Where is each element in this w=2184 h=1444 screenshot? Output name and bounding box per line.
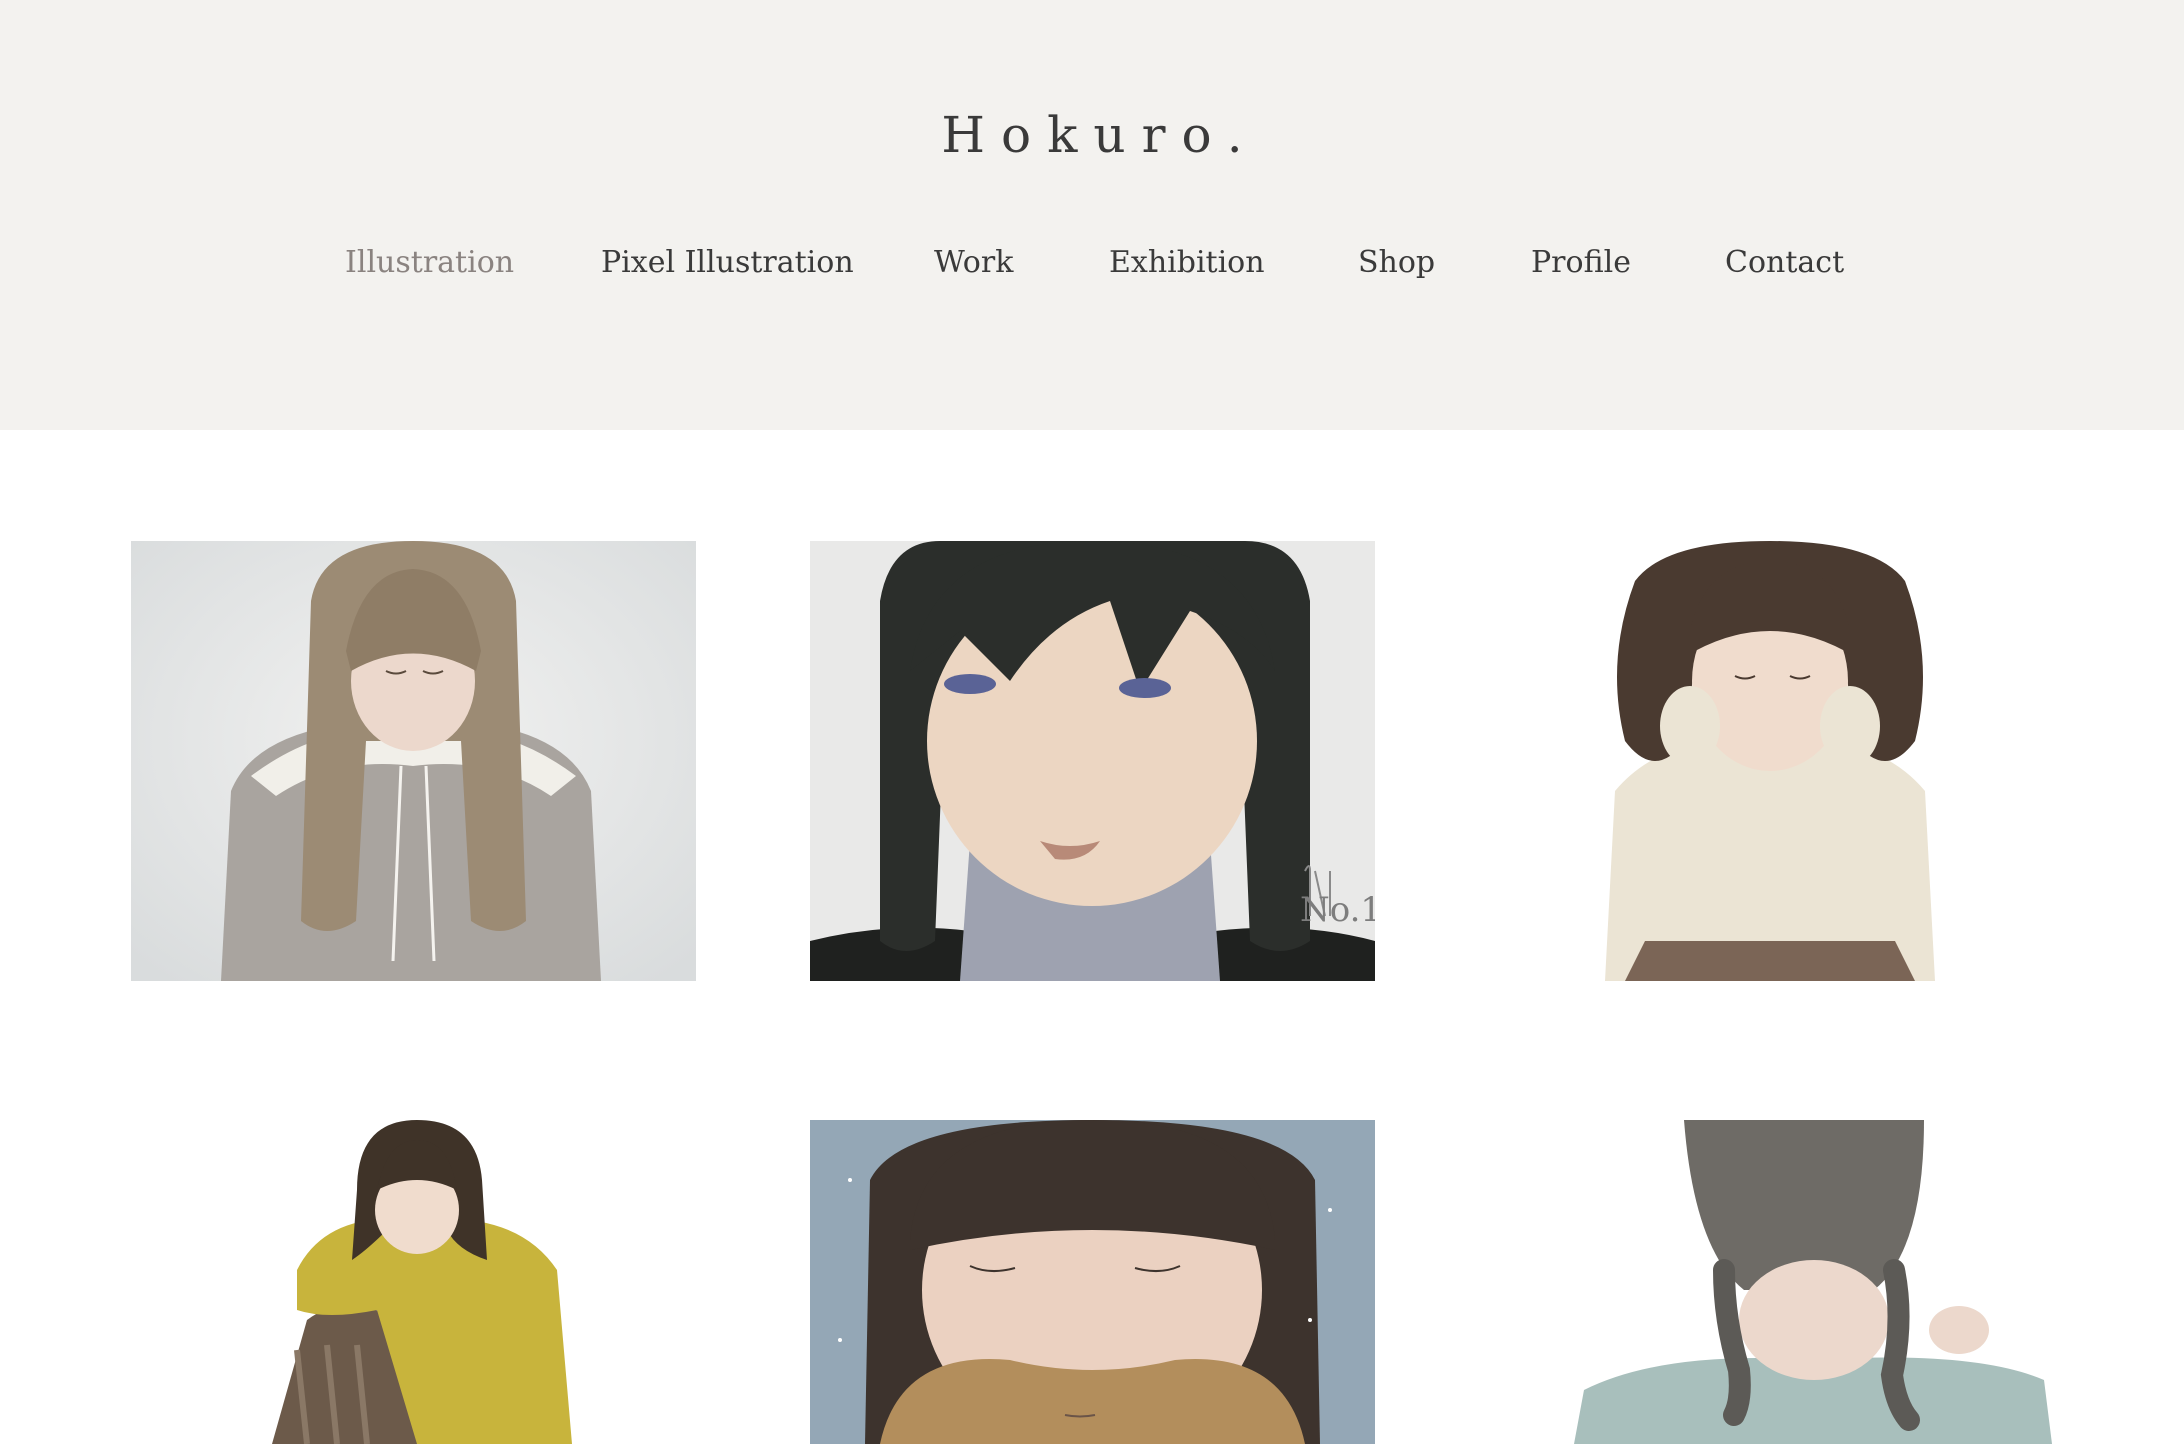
nav-item-contact[interactable]: Contact	[1725, 240, 1844, 286]
main-nav: Illustration Pixel Illustration Work Exh…	[0, 240, 2184, 286]
gallery-item-5[interactable]	[810, 1120, 1375, 1444]
nav-item-shop[interactable]: Shop	[1358, 240, 1435, 286]
gallery-item-3[interactable]	[1605, 541, 1935, 981]
artwork-signature: No.13	[1300, 890, 1375, 930]
gallery-item-4[interactable]	[267, 1120, 572, 1444]
illustration-gallery: No.13	[0, 430, 2184, 1444]
illustration-image	[267, 1120, 572, 1444]
nav-item-profile[interactable]: Profile	[1531, 240, 1631, 286]
nav-item-illustration[interactable]: Illustration	[345, 240, 514, 286]
illustration-image	[131, 541, 696, 981]
nav-item-pixel-illustration[interactable]: Pixel Illustration	[601, 240, 854, 286]
illustration-image: No.13	[810, 541, 1375, 981]
gallery-item-6[interactable]	[1574, 1120, 2052, 1444]
illustration-image	[1605, 541, 1935, 981]
gallery-item-2[interactable]: No.13	[810, 541, 1375, 981]
gallery-item-1[interactable]	[131, 541, 696, 981]
nav-item-exhibition[interactable]: Exhibition	[1109, 240, 1265, 286]
nav-item-work[interactable]: Work	[934, 240, 1013, 286]
illustration-image	[810, 1120, 1375, 1444]
site-title[interactable]: Hokuro.	[0, 100, 2184, 170]
illustration-image	[1574, 1120, 2052, 1444]
site-header: Hokuro. Illustration Pixel Illustration …	[0, 0, 2184, 430]
